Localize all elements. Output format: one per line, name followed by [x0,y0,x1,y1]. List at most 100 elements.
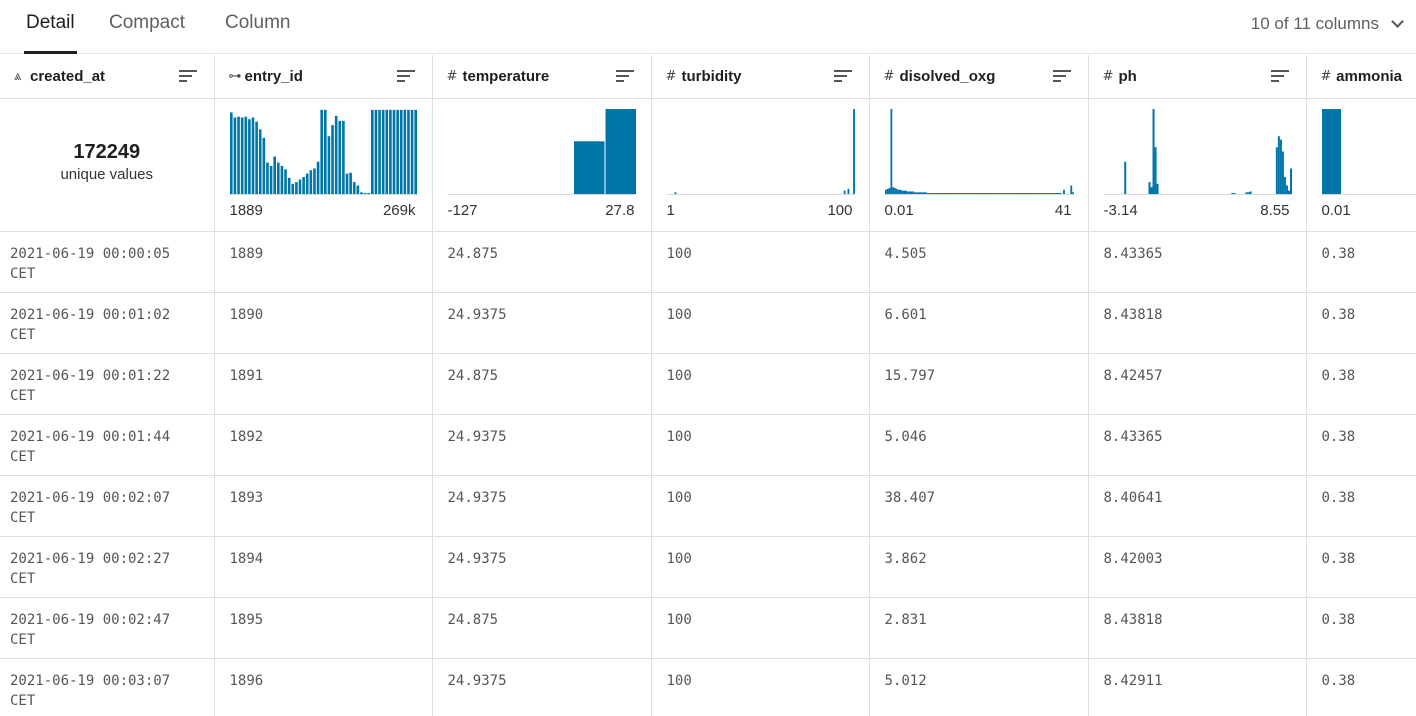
cell-timezone: CET [10,449,36,465]
columns-selector[interactable]: 10 of 11 columns [1251,14,1404,34]
data-table-container[interactable]: ⩓ created_at ⊶ entry_id # temperature # turb… [0,55,1416,716]
histogram-bar [957,193,960,194]
cell-ph[interactable]: 8.40641 [1088,475,1307,537]
sort-icon[interactable] [833,70,852,82]
cell-created_at[interactable]: 2021-06-19 00:01:02 CET [0,292,215,354]
cell-ph[interactable]: 8.43365 [1088,414,1307,476]
cell-disolved_oxg[interactable]: 38.407 [869,475,1089,537]
column-header-ammonia[interactable]: # ammonia [1306,55,1416,99]
cell-entry_id[interactable]: 1894 [214,536,433,598]
cell-created_at[interactable]: 2021-06-19 00:03:07 CET [0,658,215,716]
table-row[interactable]: 2021-06-19 00:01:44 CET 1892 24.9375 100 5.04… [0,414,1416,476]
histogram-bar [980,193,983,194]
cell-ammonia[interactable]: 0.38 [1306,658,1416,716]
cell-ph[interactable]: 8.43818 [1088,292,1307,354]
cell-temperature[interactable]: 24.875 [432,353,652,415]
cell-disolved_oxg[interactable]: 15.797 [869,353,1089,415]
table-row[interactable]: 2021-06-19 00:03:07 CET 1896 24.9375 100 5.01… [0,658,1416,716]
histogram-bar [897,189,900,194]
cell-ph[interactable]: 8.42457 [1088,353,1307,415]
cell-temperature[interactable]: 24.9375 [432,658,652,716]
table-row[interactable]: 2021-06-19 00:00:05 CET 1889 24.875 100 4.505… [0,231,1416,293]
cell-entry_id[interactable]: 1893 [214,475,433,537]
sort-icon[interactable] [178,70,197,82]
histogram-bar [276,162,280,194]
cell-ammonia[interactable]: 0.38 [1306,414,1416,476]
histogram-bar [258,129,262,194]
cell-entry_id[interactable]: 1896 [214,658,433,716]
cell-turbidity[interactable]: 100 [651,658,870,716]
column-header-ph[interactable]: # ph [1088,55,1307,99]
cell-disolved_oxg[interactable]: 2.831 [869,597,1089,659]
cell-turbidity[interactable]: 100 [651,597,870,659]
cell-temperature[interactable]: 24.9375 [432,536,652,598]
cell-temperature[interactable]: 24.9375 [432,414,652,476]
cell-ammonia[interactable]: 0.38 [1306,292,1416,354]
histogram-bar [345,173,348,194]
sort-icon[interactable] [396,70,415,82]
sort-icon[interactable] [1052,70,1071,82]
cell-turbidity[interactable]: 100 [651,292,870,354]
cell-ammonia[interactable]: 0.38 [1306,597,1416,659]
cell-disolved_oxg[interactable]: 6.601 [869,292,1089,354]
cell-ph[interactable]: 8.42911 [1088,658,1307,716]
cell-turbidity[interactable]: 100 [651,536,870,598]
cell-temperature[interactable]: 24.9375 [432,475,652,537]
cell-created_at[interactable]: 2021-06-19 00:01:44 CET [0,414,215,476]
cell-created_at[interactable]: 2021-06-19 00:02:27 CET [0,536,215,598]
tab-compact[interactable]: Compact [109,12,185,54]
cell-entry_id[interactable]: 1892 [214,414,433,476]
table-row[interactable]: 2021-06-19 00:01:22 CET 1891 24.875 100 15.79… [0,353,1416,415]
cell-disolved_oxg[interactable]: 5.012 [869,658,1089,716]
cell-ammonia[interactable]: 0.38 [1306,353,1416,415]
cell-created_at[interactable]: 2021-06-19 00:01:22 CET [0,353,215,415]
cell-turbidity[interactable]: 100 [651,414,870,476]
cell-disolved_oxg[interactable]: 3.862 [869,536,1089,598]
histogram-bar [381,109,384,194]
cell-ph[interactable]: 8.42003 [1088,536,1307,598]
cell-temperature[interactable]: 24.875 [432,597,652,659]
sort-icon[interactable] [615,70,634,82]
histogram-bar [265,162,269,194]
cell-turbidity[interactable]: 100 [651,475,870,537]
histogram-bar [323,109,327,194]
table-row[interactable]: 2021-06-19 00:02:47 CET 1895 24.875 100 2.831… [0,597,1416,659]
table-row[interactable]: 2021-06-19 00:01:02 CET 1890 24.9375 100 6.60… [0,292,1416,354]
cell-ammonia[interactable]: 0.38 [1306,536,1416,598]
cell-turbidity[interactable]: 100 [651,353,870,415]
histogram-bar [920,192,923,194]
table-row[interactable]: 2021-06-19 00:02:07 CET 1893 24.9375 100 38.4… [0,475,1416,537]
cell-entry_id[interactable]: 1890 [214,292,433,354]
cell-ph[interactable]: 8.43818 [1088,597,1307,659]
range-max: 269k [382,202,416,219]
cell-created_at[interactable]: 2021-06-19 00:02:47 CET [0,597,215,659]
key-type-icon: ⊶ [228,69,242,84]
histogram-bar [946,193,949,194]
tab-detail[interactable]: Detail [24,12,77,54]
cell-turbidity[interactable]: 100 [651,231,870,293]
cell-ammonia[interactable]: 0.38 [1306,231,1416,293]
cell-entry_id[interactable]: 1889 [214,231,433,293]
cell-ammonia[interactable]: 0.38 [1306,475,1416,537]
cell-entry_id[interactable]: 1891 [214,353,433,415]
cell-created_at[interactable]: 2021-06-19 00:00:05 CET [0,231,215,293]
column-header-created_at[interactable]: ⩓ created_at [0,55,215,99]
tab-column[interactable]: Column [225,12,290,54]
cell-ph[interactable]: 8.43365 [1088,231,1307,293]
table-row[interactable]: 2021-06-19 00:02:27 CET 1894 24.9375 100 3.86… [0,536,1416,598]
column-header-disolved_oxg[interactable]: # disolved_oxg [869,55,1089,99]
cell-created_at[interactable]: 2021-06-19 00:02:07 CET [0,475,215,537]
cell-temperature[interactable]: 24.9375 [432,292,652,354]
cell-entry_id[interactable]: 1895 [214,597,433,659]
column-header-turbidity[interactable]: # turbidity [651,55,870,99]
range-min: 1889 [229,202,263,219]
histogram-bar [975,193,978,194]
histogram-bar [926,193,929,194]
cell-temperature[interactable]: 24.875 [432,231,652,293]
histogram-bar [377,109,381,194]
cell-disolved_oxg[interactable]: 5.046 [869,414,1089,476]
sort-icon[interactable] [1270,70,1289,82]
column-header-temperature[interactable]: # temperature [432,55,652,99]
cell-disolved_oxg[interactable]: 4.505 [869,231,1089,293]
column-header-entry_id[interactable]: ⊶ entry_id [214,55,433,99]
